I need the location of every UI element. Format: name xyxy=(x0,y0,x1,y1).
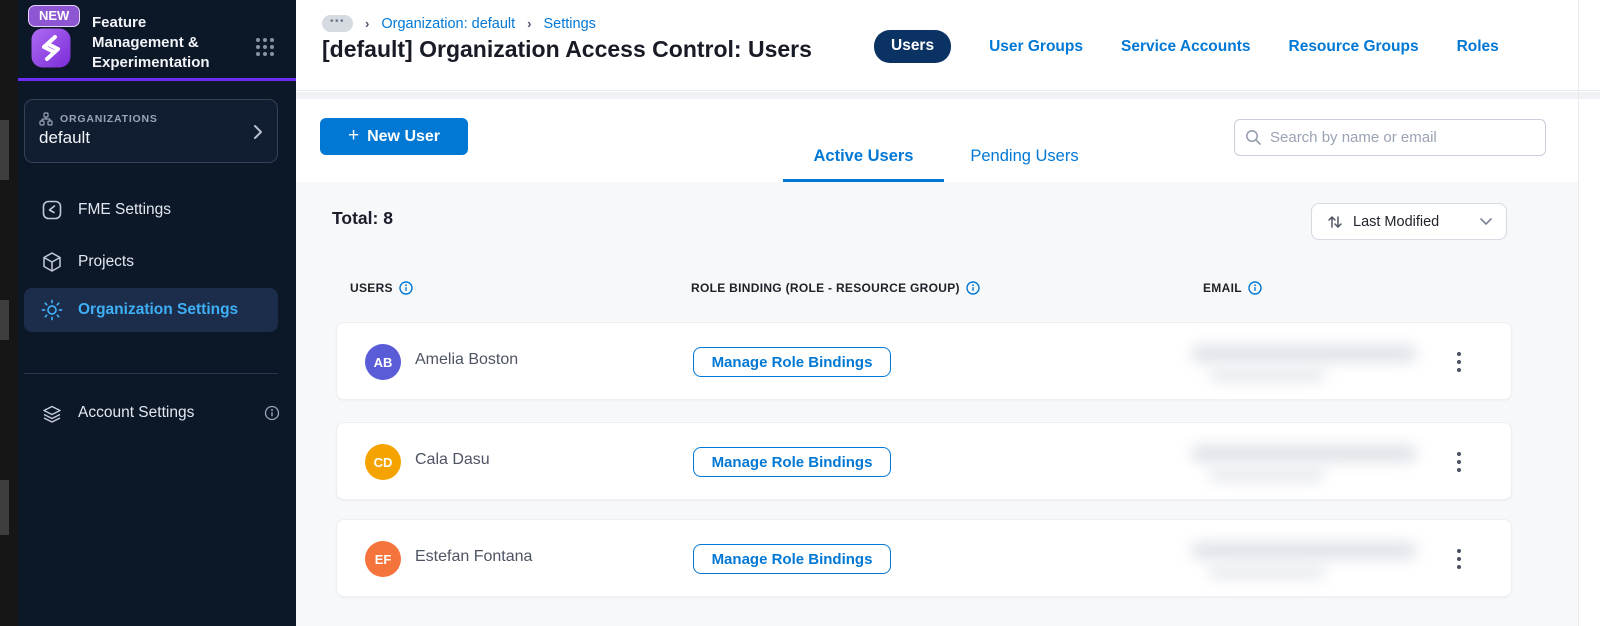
app-title: Feature Management & Experimentation xyxy=(92,14,210,71)
column-header-role-binding: ROLE BINDING (ROLE - RESOURCE GROUP) xyxy=(691,281,960,295)
sidebar-item-label: Account Settings xyxy=(78,404,195,421)
background-fragment xyxy=(0,480,9,535)
sort-dropdown-value: Last Modified xyxy=(1353,213,1440,230)
content-right-border xyxy=(1578,0,1579,626)
user-row: EF Estefan Fontana Manage Role Bindings xyxy=(336,519,1512,597)
account-settings-info-icon[interactable] xyxy=(264,405,280,426)
email-redacted xyxy=(1185,437,1435,489)
layers-icon xyxy=(43,405,61,423)
chevron-down-icon xyxy=(1480,217,1492,225)
sort-arrows-icon xyxy=(1328,215,1342,228)
breadcrumb-separator: › xyxy=(527,16,532,31)
user-name: Cala Dasu xyxy=(415,451,490,468)
total-count: Total: 8 xyxy=(332,208,393,228)
email-redacted xyxy=(1185,337,1435,389)
tab-user-groups[interactable]: User Groups xyxy=(989,38,1083,56)
new-user-button[interactable]: + New User xyxy=(320,118,468,155)
new-badge: NEW xyxy=(28,5,81,27)
projects-cube-icon xyxy=(43,252,61,272)
column-header-email: EMAIL xyxy=(1203,281,1242,295)
page-title: [default] Organization Access Control: U… xyxy=(322,36,812,62)
table-header-row: USERS ROLE BINDING (ROLE - RESOURCE GROU… xyxy=(296,281,1578,297)
tab-users[interactable]: Users xyxy=(874,30,952,63)
tab-active-users[interactable]: Active Users xyxy=(783,139,944,182)
breadcrumb-link-settings[interactable]: Settings xyxy=(544,16,596,32)
breadcrumb-ellipsis[interactable]: ••• xyxy=(322,15,354,32)
brand-divider xyxy=(18,78,296,81)
user-name: Amelia Boston xyxy=(415,351,519,368)
users-list-area: Total: 8 Last Modified USERS ROLE BINDIN… xyxy=(296,182,1578,626)
search-icon xyxy=(1246,130,1261,145)
tab-roles[interactable]: Roles xyxy=(1457,38,1499,56)
background-fragment xyxy=(0,120,9,180)
column-header-users: USERS xyxy=(350,281,393,295)
sidebar-item-label: Organization Settings xyxy=(78,301,239,318)
sidebar-item-fme-settings[interactable]: FME Settings xyxy=(24,190,278,230)
row-menu-kebab-icon[interactable] xyxy=(1447,543,1471,575)
user-name: Estefan Fontana xyxy=(415,548,533,565)
breadcrumb: ••• › Organization: default › Settings xyxy=(322,15,596,32)
manage-role-bindings-button[interactable]: Manage Role Bindings xyxy=(693,447,891,477)
user-row: CD Cala Dasu Manage Role Bindings xyxy=(336,422,1512,500)
breadcrumb-link-organization[interactable]: Organization: default xyxy=(381,16,515,32)
organizations-label: ORGANIZATIONS xyxy=(60,113,158,125)
fme-settings-icon xyxy=(42,200,62,220)
sidebar-divider xyxy=(24,373,278,374)
tab-pending-users[interactable]: Pending Users xyxy=(944,139,1105,182)
access-control-tabs: Users User Groups Service Accounts Resou… xyxy=(874,30,1499,63)
manage-role-bindings-button[interactable]: Manage Role Bindings xyxy=(693,347,891,377)
gear-icon xyxy=(41,299,63,321)
page-header: ••• › Organization: default › Settings [… xyxy=(296,0,1600,91)
tab-resource-groups[interactable]: Resource Groups xyxy=(1289,38,1419,56)
sidebar-item-label: FME Settings xyxy=(78,201,172,218)
email-redacted xyxy=(1185,534,1435,586)
toolbar: + New User Active Users Pending Users xyxy=(296,99,1600,182)
org-hierarchy-icon xyxy=(39,112,53,126)
avatar: AB xyxy=(365,344,401,380)
search-box xyxy=(1234,119,1546,156)
row-menu-kebab-icon[interactable] xyxy=(1447,446,1471,478)
module-switcher-grid-icon[interactable] xyxy=(254,36,276,63)
organization-selector[interactable]: ORGANIZATIONS default xyxy=(24,99,278,163)
app-logo[interactable] xyxy=(30,27,72,69)
sidebar-item-organization-settings[interactable]: Organization Settings xyxy=(24,288,278,332)
breadcrumb-separator: › xyxy=(365,16,370,31)
background-fragment xyxy=(0,300,9,340)
chevron-right-icon xyxy=(253,124,263,145)
plus-icon: + xyxy=(347,124,360,146)
row-menu-kebab-icon[interactable] xyxy=(1447,346,1471,378)
sidebar-item-account-settings[interactable]: Account Settings xyxy=(24,393,278,433)
manage-role-bindings-button[interactable]: Manage Role Bindings xyxy=(693,544,891,574)
search-input[interactable] xyxy=(1270,129,1535,146)
organization-value: default xyxy=(39,128,91,147)
background-window-strip xyxy=(0,0,18,626)
avatar: EF xyxy=(365,541,401,577)
new-user-button-label: New User xyxy=(367,127,441,145)
sidebar-item-projects[interactable]: Projects xyxy=(24,242,278,282)
user-state-tabs: Active Users Pending Users xyxy=(783,139,1105,182)
app-window: NEW Feature Management & Experimentation xyxy=(0,0,1600,626)
avatar: CD xyxy=(365,444,401,480)
split-logo-icon xyxy=(31,28,71,68)
sort-dropdown[interactable]: Last Modified xyxy=(1311,203,1507,240)
user-row: AB Amelia Boston Manage Role Bindings xyxy=(336,322,1512,400)
sidebar-item-label: Projects xyxy=(78,253,134,270)
info-icon[interactable] xyxy=(1248,281,1262,295)
info-icon[interactable] xyxy=(399,281,413,295)
tab-service-accounts[interactable]: Service Accounts xyxy=(1121,38,1251,56)
info-icon[interactable] xyxy=(966,281,980,295)
main-content: ••• › Organization: default › Settings [… xyxy=(296,0,1600,626)
sidebar: NEW Feature Management & Experimentation xyxy=(18,0,296,626)
header-separator-band xyxy=(296,92,1600,99)
